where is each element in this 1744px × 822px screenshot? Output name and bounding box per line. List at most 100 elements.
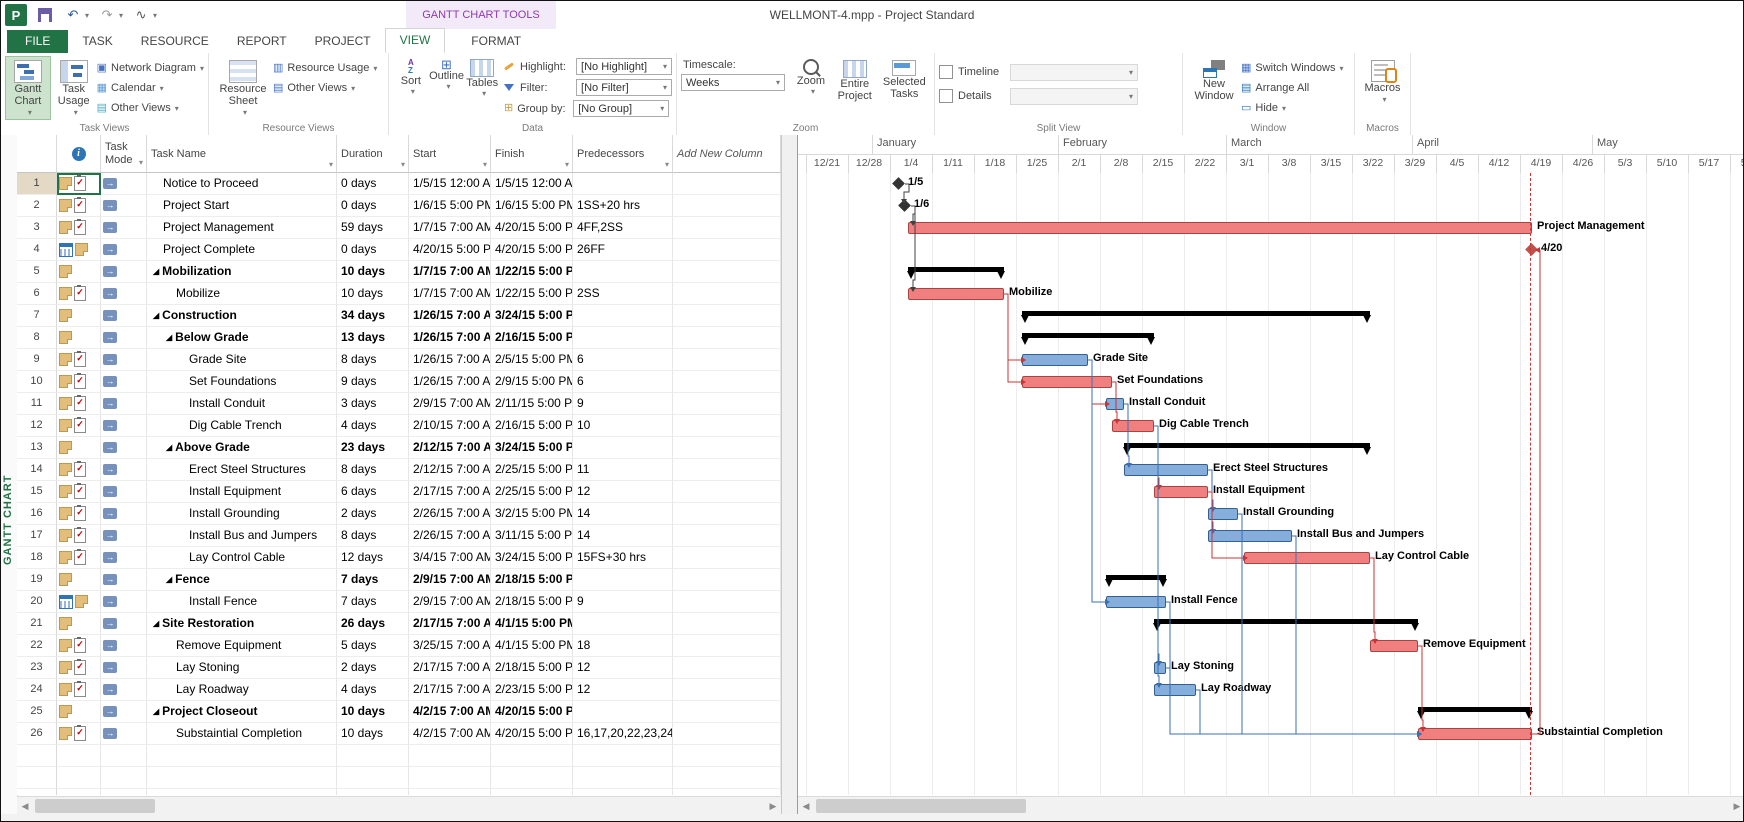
finish-filter-icon[interactable]: ▾ — [565, 160, 569, 169]
indicator-cell[interactable]: ✓ — [57, 173, 101, 195]
indicator-cell[interactable] — [57, 261, 101, 283]
chart-horizontal-scrollbar[interactable]: ◀ ▶ — [798, 796, 1744, 815]
row-number[interactable]: 5 — [17, 261, 57, 283]
collapse-icon[interactable]: ◢ — [166, 575, 172, 584]
collapse-icon[interactable]: ◢ — [153, 311, 159, 320]
arrange-all-button[interactable]: ▤ Arrange All — [1241, 78, 1344, 98]
gantt-chart-button[interactable]: Gantt Chart▾ — [5, 56, 51, 120]
empty-cell[interactable] — [573, 789, 673, 795]
add-new-column-cell[interactable] — [673, 547, 781, 569]
row-number[interactable]: 22 — [17, 635, 57, 657]
task-mode-cell[interactable]: → — [101, 459, 147, 481]
switch-windows-button[interactable]: ▦ Switch Windows▾ — [1241, 58, 1344, 78]
predecessors-cell[interactable]: 16,17,20,22,23,24 — [573, 723, 673, 745]
finish-cell[interactable]: 2/9/15 5:00 PM — [491, 371, 573, 393]
task-name-cell[interactable]: Substaintial Completion — [147, 723, 337, 745]
task-name-cell[interactable]: Grade Site — [147, 349, 337, 371]
task-mode-cell[interactable]: → — [101, 635, 147, 657]
finish-cell[interactable]: 2/18/15 5:00 PM — [491, 591, 573, 613]
start-cell[interactable]: 1/7/15 7:00 AM — [409, 283, 491, 305]
predecessors-cell[interactable]: 12 — [573, 657, 673, 679]
task-name-cell[interactable]: Mobilize — [147, 283, 337, 305]
predecessors-cell[interactable]: 14 — [573, 525, 673, 547]
row-number[interactable]: 17 — [17, 525, 57, 547]
group-by-dropdown[interactable]: [No Group]▾ — [573, 100, 669, 117]
add-new-column-cell[interactable] — [673, 701, 781, 723]
add-new-column-cell[interactable] — [673, 679, 781, 701]
task-name-cell[interactable]: Dig Cable Trench — [147, 415, 337, 437]
task-name-cell[interactable]: Install Equipment — [147, 481, 337, 503]
collapse-icon[interactable]: ◢ — [153, 267, 159, 276]
task-name-cell[interactable]: Lay Roadway — [147, 679, 337, 701]
row-number[interactable]: 20 — [17, 591, 57, 613]
timescale-dropdown[interactable]: Weeks▾ — [681, 74, 785, 91]
other-views-button[interactable]: ▤ Other Views▾ — [97, 98, 204, 118]
start-cell[interactable]: 2/17/15 7:00 AM — [409, 613, 491, 635]
scroll-left-icon[interactable]: ◀ — [798, 799, 814, 813]
scroll-right-icon[interactable]: ▶ — [765, 799, 781, 813]
start-cell[interactable]: 1/5/15 12:00 AM — [409, 173, 491, 195]
duration-cell[interactable]: 2 days — [337, 503, 409, 525]
start-cell[interactable]: 3/4/15 7:00 AM — [409, 547, 491, 569]
add-new-column-cell[interactable] — [673, 195, 781, 217]
row-number[interactable]: 24 — [17, 679, 57, 701]
gantt-bar[interactable] — [1124, 464, 1208, 476]
predecessors-cell[interactable]: 12 — [573, 679, 673, 701]
finish-cell[interactable]: 4/20/15 5:00 PM — [491, 701, 573, 723]
predecessors-cell[interactable] — [573, 701, 673, 723]
gantt-summary-bar[interactable] — [1124, 443, 1370, 448]
duration-cell[interactable]: 9 days — [337, 371, 409, 393]
task-mode-cell[interactable]: → — [101, 547, 147, 569]
task-mode-cell[interactable]: → — [101, 305, 147, 327]
row-number[interactable]: 1 — [17, 173, 57, 195]
resource-sheet-button[interactable]: Resource Sheet▾ — [213, 56, 273, 120]
task-name-cell[interactable]: ◢Construction — [147, 305, 337, 327]
duration-cell[interactable]: 26 days — [337, 613, 409, 635]
row-number[interactable]: 6 — [17, 283, 57, 305]
finish-cell[interactable]: 4/20/15 5:00 PM — [491, 239, 573, 261]
calendar-button[interactable]: ▦ Calendar▾ — [97, 78, 204, 98]
empty-cell[interactable] — [409, 767, 491, 789]
add-new-column-cell[interactable] — [673, 437, 781, 459]
finish-cell[interactable]: 3/2/15 5:00 PM — [491, 503, 573, 525]
gantt-summary-bar[interactable] — [908, 267, 1004, 272]
predecessors-cell[interactable]: 2SS — [573, 283, 673, 305]
duration-cell[interactable]: 59 days — [337, 217, 409, 239]
duration-cell[interactable]: 0 days — [337, 173, 409, 195]
indicator-cell[interactable]: ✓ — [57, 415, 101, 437]
add-new-column-cell[interactable] — [673, 459, 781, 481]
duration-filter-icon[interactable]: ▾ — [401, 160, 405, 169]
gantt-bar[interactable] — [1370, 640, 1418, 652]
predecessors-cell[interactable] — [573, 173, 673, 195]
row-number[interactable]: 18 — [17, 547, 57, 569]
finish-cell[interactable]: 3/24/15 5:00 PM — [491, 437, 573, 459]
task-mode-cell[interactable]: → — [101, 327, 147, 349]
indicator-cell[interactable]: ✓ — [57, 657, 101, 679]
start-cell[interactable]: 2/17/15 7:00 AM — [409, 481, 491, 503]
predecessors-filter-icon[interactable]: ▾ — [665, 160, 669, 169]
predecessors-cell[interactable] — [573, 437, 673, 459]
start-cell[interactable]: 2/12/15 7:00 AM — [409, 459, 491, 481]
start-cell[interactable]: 1/26/15 7:00 AM — [409, 349, 491, 371]
header-add-new-column[interactable]: Add New Column — [673, 135, 781, 173]
add-new-column-cell[interactable] — [673, 371, 781, 393]
duration-cell[interactable]: 5 days — [337, 635, 409, 657]
task-mode-cell[interactable]: → — [101, 679, 147, 701]
gantt-bar[interactable] — [1112, 420, 1154, 432]
start-cell[interactable]: 3/25/15 7:00 AM — [409, 635, 491, 657]
duration-cell[interactable]: 2 days — [337, 657, 409, 679]
task-mode-cell[interactable]: → — [101, 723, 147, 745]
undo-icon[interactable]: ↶ — [63, 5, 83, 25]
indicator-cell[interactable]: ✓ — [57, 371, 101, 393]
tab-format[interactable]: FORMAT — [457, 30, 535, 53]
add-new-column-cell[interactable] — [673, 525, 781, 547]
redo-icon[interactable]: ↷ — [97, 5, 117, 25]
predecessors-cell[interactable]: 18 — [573, 635, 673, 657]
scrollbar-thumb[interactable] — [816, 799, 1026, 813]
header-duration[interactable]: Duration▾ — [337, 135, 409, 173]
task-name-cell[interactable]: ◢Above Grade — [147, 437, 337, 459]
task-name-cell[interactable]: ◢Project Closeout — [147, 701, 337, 723]
task-name-cell[interactable]: Set Foundations — [147, 371, 337, 393]
indicator-cell[interactable] — [57, 239, 101, 261]
finish-cell[interactable]: 2/25/15 5:00 PM — [491, 459, 573, 481]
